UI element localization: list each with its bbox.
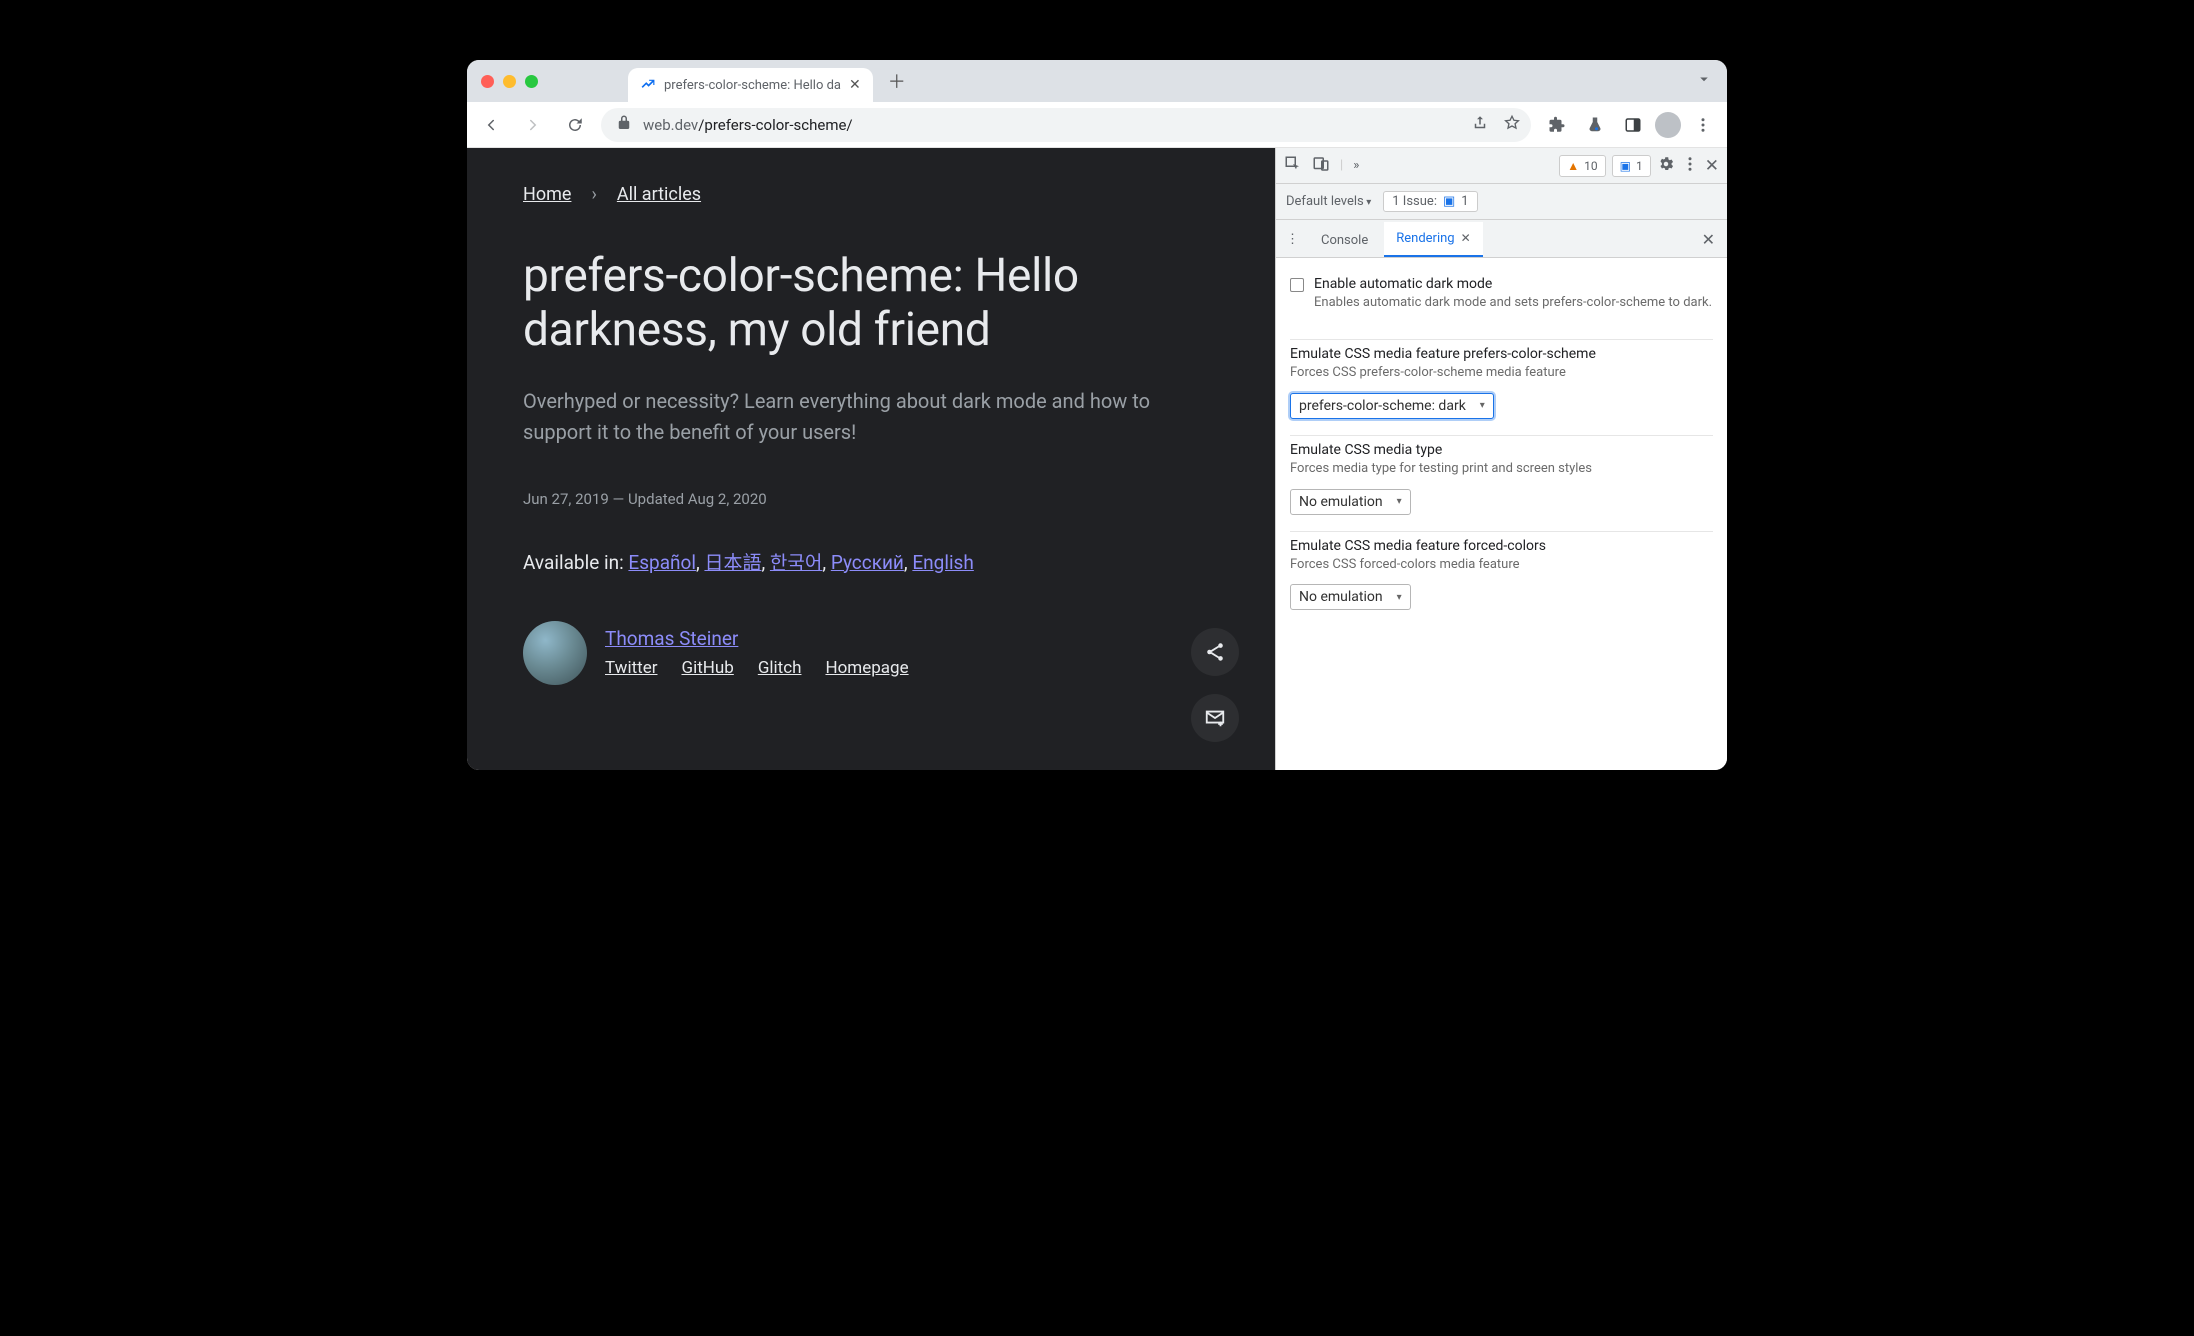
browser-window: prefers-color-scheme: Hello da ✕ ＋ web.d… bbox=[467, 60, 1727, 770]
extensions-area bbox=[1541, 109, 1719, 141]
pcs-desc: Forces CSS prefers-color-scheme media fe… bbox=[1290, 364, 1713, 383]
console-filter-bar: Default levels 1 Issue: ▣ 1 bbox=[1276, 184, 1727, 220]
browser-toolbar: web.dev/prefers-color-scheme/ bbox=[467, 102, 1727, 148]
lang-ko[interactable]: 한국어 bbox=[770, 551, 822, 574]
extensions-icon[interactable] bbox=[1541, 109, 1573, 141]
messages-badge[interactable]: ▣ 1 bbox=[1612, 155, 1651, 177]
language-list: Available in: Español, 日本語, 한국어, Русский… bbox=[523, 548, 1219, 575]
window-controls bbox=[481, 60, 628, 102]
section-auto-dark-mode: Enable automatic dark mode Enables autom… bbox=[1290, 270, 1713, 339]
page-subtitle: Overhyped or necessity? Learn everything… bbox=[523, 386, 1219, 448]
drawer-tab-console[interactable]: Console bbox=[1309, 224, 1380, 257]
devtools-close-icon[interactable]: ✕ bbox=[1705, 156, 1719, 176]
devtools-menu-icon[interactable] bbox=[1681, 155, 1699, 177]
lang-ru[interactable]: Русский bbox=[831, 551, 904, 574]
issues-badge[interactable]: 1 Issue: ▣ 1 bbox=[1383, 191, 1477, 212]
window-minimize-button[interactable] bbox=[503, 75, 516, 88]
section-media-type: Emulate CSS media type Forces media type… bbox=[1290, 435, 1713, 531]
section-prefers-color-scheme: Emulate CSS media feature prefers-color-… bbox=[1290, 339, 1713, 435]
forcedcolors-select[interactable]: No emulation bbox=[1290, 584, 1411, 610]
profile-avatar[interactable] bbox=[1655, 112, 1681, 138]
page-dates: Jun 27, 2019 — Updated Aug 2, 2020 bbox=[523, 490, 1219, 508]
tab-close-icon[interactable]: ✕ bbox=[849, 78, 861, 92]
drawer-tab-rendering[interactable]: Rendering✕ bbox=[1384, 222, 1482, 257]
labs-icon[interactable] bbox=[1579, 109, 1611, 141]
author-name[interactable]: Thomas Steiner bbox=[605, 627, 909, 650]
mediatype-desc: Forces media type for testing print and … bbox=[1290, 460, 1713, 479]
pcs-title: Emulate CSS media feature prefers-color-… bbox=[1290, 346, 1713, 362]
nav-back-button[interactable] bbox=[475, 109, 507, 141]
drawer-close-icon[interactable]: ✕ bbox=[1702, 230, 1719, 257]
window-close-button[interactable] bbox=[481, 75, 494, 88]
browser-menu-icon[interactable] bbox=[1687, 109, 1719, 141]
nav-forward-button[interactable] bbox=[517, 109, 549, 141]
lang-en[interactable]: English bbox=[912, 551, 973, 574]
log-levels-dropdown[interactable]: Default levels bbox=[1286, 194, 1371, 209]
close-icon[interactable]: ✕ bbox=[1461, 231, 1471, 245]
breadcrumb-home[interactable]: Home bbox=[523, 184, 571, 205]
author-github-link[interactable]: GitHub bbox=[681, 658, 733, 678]
tabs-dropdown-icon[interactable] bbox=[1695, 70, 1713, 92]
author-avatar bbox=[523, 621, 587, 685]
auto-dark-mode-title: Enable automatic dark mode bbox=[1314, 276, 1712, 292]
more-tabs-icon[interactable]: » bbox=[1353, 158, 1361, 173]
messages-count: 1 bbox=[1636, 159, 1643, 173]
breadcrumb-all-articles[interactable]: All articles bbox=[617, 184, 701, 205]
devtools-drawer-tabs: ⋮ Console Rendering✕ ✕ bbox=[1276, 220, 1727, 258]
lang-ja[interactable]: 日本語 bbox=[704, 551, 761, 574]
mediatype-select[interactable]: No emulation bbox=[1290, 489, 1411, 515]
forcedcolors-desc: Forces CSS forced-colors media feature bbox=[1290, 556, 1713, 575]
tab-favicon bbox=[640, 77, 656, 93]
auto-dark-mode-desc: Enables automatic dark mode and sets pre… bbox=[1314, 294, 1712, 313]
rendered-page: Home › All articles prefers-color-scheme… bbox=[467, 148, 1275, 770]
lang-es[interactable]: Español bbox=[628, 551, 696, 574]
subscribe-fab[interactable] bbox=[1191, 694, 1239, 742]
pcs-select[interactable]: prefers-color-scheme: dark bbox=[1290, 393, 1494, 419]
warnings-count: 10 bbox=[1584, 159, 1598, 173]
inspect-element-icon[interactable] bbox=[1284, 155, 1302, 177]
devtools-settings-icon[interactable] bbox=[1657, 155, 1675, 177]
langs-label: Available in: bbox=[523, 551, 624, 574]
rendering-drawer: Enable automatic dark mode Enables autom… bbox=[1276, 258, 1727, 770]
browser-tab[interactable]: prefers-color-scheme: Hello da ✕ bbox=[628, 68, 873, 102]
section-forced-colors: Emulate CSS media feature forced-colors … bbox=[1290, 531, 1713, 627]
tab-strip: prefers-color-scheme: Hello da ✕ ＋ bbox=[467, 60, 1727, 102]
message-icon: ▣ bbox=[1620, 159, 1631, 173]
address-bar[interactable]: web.dev/prefers-color-scheme/ bbox=[601, 108, 1531, 142]
new-tab-button[interactable]: ＋ bbox=[883, 67, 911, 95]
warning-icon: ▲ bbox=[1567, 159, 1579, 173]
share-icon[interactable] bbox=[1471, 114, 1489, 136]
side-panel-icon[interactable] bbox=[1617, 109, 1649, 141]
warnings-badge[interactable]: ▲ 10 bbox=[1559, 155, 1605, 177]
lock-icon bbox=[615, 114, 633, 136]
author-homepage-link[interactable]: Homepage bbox=[825, 658, 908, 678]
bookmark-star-icon[interactable] bbox=[1503, 114, 1521, 136]
breadcrumb: Home › All articles bbox=[523, 184, 1219, 205]
fab-column bbox=[1191, 628, 1239, 742]
page-title: prefers-color-scheme: Hello darkness, my… bbox=[523, 249, 1219, 358]
url-text: web.dev/prefers-color-scheme/ bbox=[643, 116, 1461, 134]
mediatype-title: Emulate CSS media type bbox=[1290, 442, 1713, 458]
auto-dark-mode-checkbox[interactable] bbox=[1290, 278, 1304, 292]
content-area: Home › All articles prefers-color-scheme… bbox=[467, 148, 1727, 770]
author-twitter-link[interactable]: Twitter bbox=[605, 658, 657, 678]
author-block: Thomas Steiner Twitter GitHub Glitch Hom… bbox=[523, 621, 1219, 685]
issue-icon: ▣ bbox=[1443, 194, 1455, 209]
author-glitch-link[interactable]: Glitch bbox=[758, 658, 802, 678]
forcedcolors-title: Emulate CSS media feature forced-colors bbox=[1290, 538, 1713, 554]
tab-title: prefers-color-scheme: Hello da bbox=[664, 78, 841, 93]
device-toggle-icon[interactable] bbox=[1312, 155, 1330, 177]
chevron-right-icon: › bbox=[591, 184, 596, 205]
share-fab[interactable] bbox=[1191, 628, 1239, 676]
devtools-main-toolbar: | » ▲ 10 ▣ 1 ✕ bbox=[1276, 148, 1727, 184]
drawer-menu-icon[interactable]: ⋮ bbox=[1284, 232, 1305, 257]
reload-button[interactable] bbox=[559, 109, 591, 141]
window-fullscreen-button[interactable] bbox=[525, 75, 538, 88]
devtools-panel: | » ▲ 10 ▣ 1 ✕ D bbox=[1275, 148, 1727, 770]
author-links: Twitter GitHub Glitch Homepage bbox=[605, 658, 909, 678]
